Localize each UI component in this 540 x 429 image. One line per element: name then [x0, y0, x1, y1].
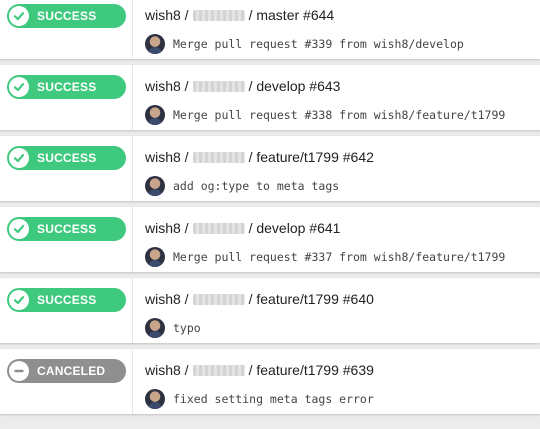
status-label: SUCCESS [37, 293, 97, 307]
status-label: SUCCESS [37, 151, 97, 165]
commit-info: Merge pull request #338 from wish8/featu… [145, 105, 505, 125]
status-badge: SUCCESS [7, 288, 126, 312]
minus-circle-icon [9, 361, 29, 381]
build-title[interactable]: wish8 / / develop #643 [145, 78, 340, 94]
branch-build-number: / feature/t1799 #642 [248, 149, 374, 165]
commit-message: Merge pull request #338 from wish8/featu… [173, 108, 506, 122]
status-badge: SUCCESS [7, 217, 126, 241]
build-row[interactable]: SUCCESS wish8 / / feature/t1799 #640 typ… [0, 278, 540, 343]
repo-owner: wish8 / [145, 291, 189, 307]
branch-build-number: / feature/t1799 #640 [248, 291, 374, 307]
status-cell: SUCCESS [0, 65, 133, 130]
branch-build-number: / develop #643 [248, 78, 341, 94]
build-row[interactable]: CANCELED wish8 / / feature/t1799 #639 fi… [0, 349, 540, 414]
status-badge: SUCCESS [7, 75, 126, 99]
commit-info: add og:type to meta tags [145, 176, 339, 196]
build-row[interactable]: SUCCESS wish8 / / master #644 Merge pull… [0, 0, 540, 59]
status-cell: SUCCESS [0, 0, 133, 59]
build-row[interactable]: SUCCESS wish8 / / feature/t1799 #642 add… [0, 136, 540, 201]
check-icon [9, 6, 29, 26]
status-label: SUCCESS [37, 222, 97, 236]
repo-owner: wish8 / [145, 362, 189, 378]
check-icon [9, 290, 29, 310]
commit-info: fixed setting meta tags error [145, 389, 374, 409]
redacted-repo-name [192, 80, 245, 92]
avatar [145, 247, 165, 267]
build-title[interactable]: wish8 / / feature/t1799 #639 [145, 362, 374, 378]
check-icon [9, 77, 29, 97]
status-cell: SUCCESS [0, 136, 133, 201]
status-badge: SUCCESS [7, 146, 126, 170]
repo-owner: wish8 / [145, 7, 189, 23]
redacted-repo-name [192, 222, 245, 234]
status-label: SUCCESS [37, 80, 97, 94]
check-icon [9, 148, 29, 168]
branch-build-number: / feature/t1799 #639 [248, 362, 374, 378]
avatar [145, 389, 165, 409]
redacted-repo-name [192, 364, 245, 376]
repo-owner: wish8 / [145, 220, 189, 236]
status-label: SUCCESS [37, 9, 97, 23]
avatar [145, 176, 165, 196]
commit-info: Merge pull request #337 from wish8/featu… [145, 247, 505, 267]
build-title[interactable]: wish8 / / develop #641 [145, 220, 340, 236]
status-badge: CANCELED [7, 359, 126, 383]
commit-info: Merge pull request #339 from wish8/devel… [145, 34, 464, 54]
commit-message: Merge pull request #339 from wish8/devel… [173, 37, 464, 51]
commit-message: fixed setting meta tags error [173, 392, 374, 406]
status-cell: SUCCESS [0, 207, 133, 272]
build-title[interactable]: wish8 / / feature/t1799 #640 [145, 291, 374, 307]
build-row[interactable]: SUCCESS wish8 / / develop #643 Merge pul… [0, 65, 540, 130]
status-label: CANCELED [37, 364, 106, 378]
avatar [145, 34, 165, 54]
commit-message: add og:type to meta tags [173, 179, 340, 193]
build-row[interactable]: SUCCESS wish8 / / develop #641 Merge pul… [0, 207, 540, 272]
build-title[interactable]: wish8 / / feature/t1799 #642 [145, 149, 374, 165]
repo-owner: wish8 / [145, 149, 189, 165]
avatar [145, 318, 165, 338]
redacted-repo-name [192, 293, 245, 305]
redacted-repo-name [192, 151, 245, 163]
check-icon [9, 219, 29, 239]
commit-message: typo [173, 321, 201, 335]
status-cell: CANCELED [0, 349, 133, 414]
branch-build-number: / develop #641 [248, 220, 341, 236]
status-cell: SUCCESS [0, 278, 133, 343]
branch-build-number: / master #644 [248, 7, 335, 23]
status-badge: SUCCESS [7, 4, 126, 28]
redacted-repo-name [192, 9, 245, 21]
avatar [145, 105, 165, 125]
commit-info: typo [145, 318, 201, 338]
build-title[interactable]: wish8 / / master #644 [145, 7, 334, 23]
repo-owner: wish8 / [145, 78, 189, 94]
commit-message: Merge pull request #337 from wish8/featu… [173, 250, 506, 264]
